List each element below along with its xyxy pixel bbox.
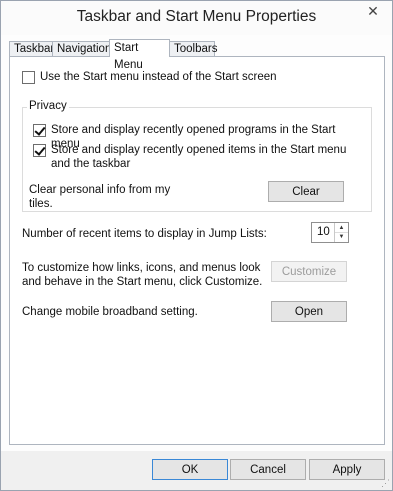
use-start-menu-checkbox[interactable] [22,71,35,84]
ok-button[interactable]: OK [152,459,228,480]
store-items-label[interactable]: Store and display recently opened items … [51,143,363,171]
stepper-down-button[interactable]: ▼ [335,232,348,241]
dialog-window: Taskbar and Start Menu Properties ✕ Task… [0,0,393,491]
cancel-button[interactable]: Cancel [230,459,306,480]
broadband-text: Change mobile broadband setting. [22,306,198,318]
jump-lists-stepper[interactable]: 10 ▲ ▼ [311,222,349,243]
customize-button[interactable]: Customize [271,261,347,282]
use-start-menu-option[interactable]: Use the Start menu instead of the Start … [22,70,277,84]
dialog-footer: OK Cancel Apply ⋰ [1,451,392,490]
close-button[interactable]: ✕ [360,1,386,21]
store-items-checkbox[interactable] [33,144,46,157]
apply-button[interactable]: Apply [309,459,385,480]
tab-toolbars[interactable]: Toolbars [169,41,217,56]
use-start-menu-label[interactable]: Use the Start menu instead of the Start … [40,70,277,84]
chevron-up-icon: ▲ [338,224,345,231]
tab-taskbar[interactable]: Taskbar [9,41,54,56]
clear-button[interactable]: Clear [268,181,344,202]
privacy-group: Privacy Store and display recently opene… [22,100,372,212]
chevron-down-icon: ▼ [338,233,345,240]
close-icon: ✕ [367,2,379,19]
store-programs-checkbox[interactable] [33,124,46,137]
title-bar[interactable]: Taskbar and Start Menu Properties ✕ [1,1,392,35]
tab-start-menu[interactable]: Start Menu [109,39,170,71]
jump-lists-value[interactable]: 10 [317,226,330,238]
store-items-option[interactable]: Store and display recently opened items … [33,143,363,171]
clear-personal-info-text: Clear personal info from my tiles. [29,184,171,210]
tab-panel-start-menu: Use the Start menu instead of the Start … [9,56,385,445]
open-button[interactable]: Open [271,301,347,322]
privacy-group-title: Privacy [27,100,69,112]
stepper-arrows: ▲ ▼ [334,223,348,242]
window-title: Taskbar and Start Menu Properties [76,8,317,25]
customize-text: To customize how links, icons, and menus… [22,262,263,288]
tab-navigation[interactable]: Navigation [52,41,111,56]
jump-lists-label: Number of recent items to display in Jum… [22,228,267,240]
resize-grip-icon[interactable]: ⋰ [380,478,390,488]
